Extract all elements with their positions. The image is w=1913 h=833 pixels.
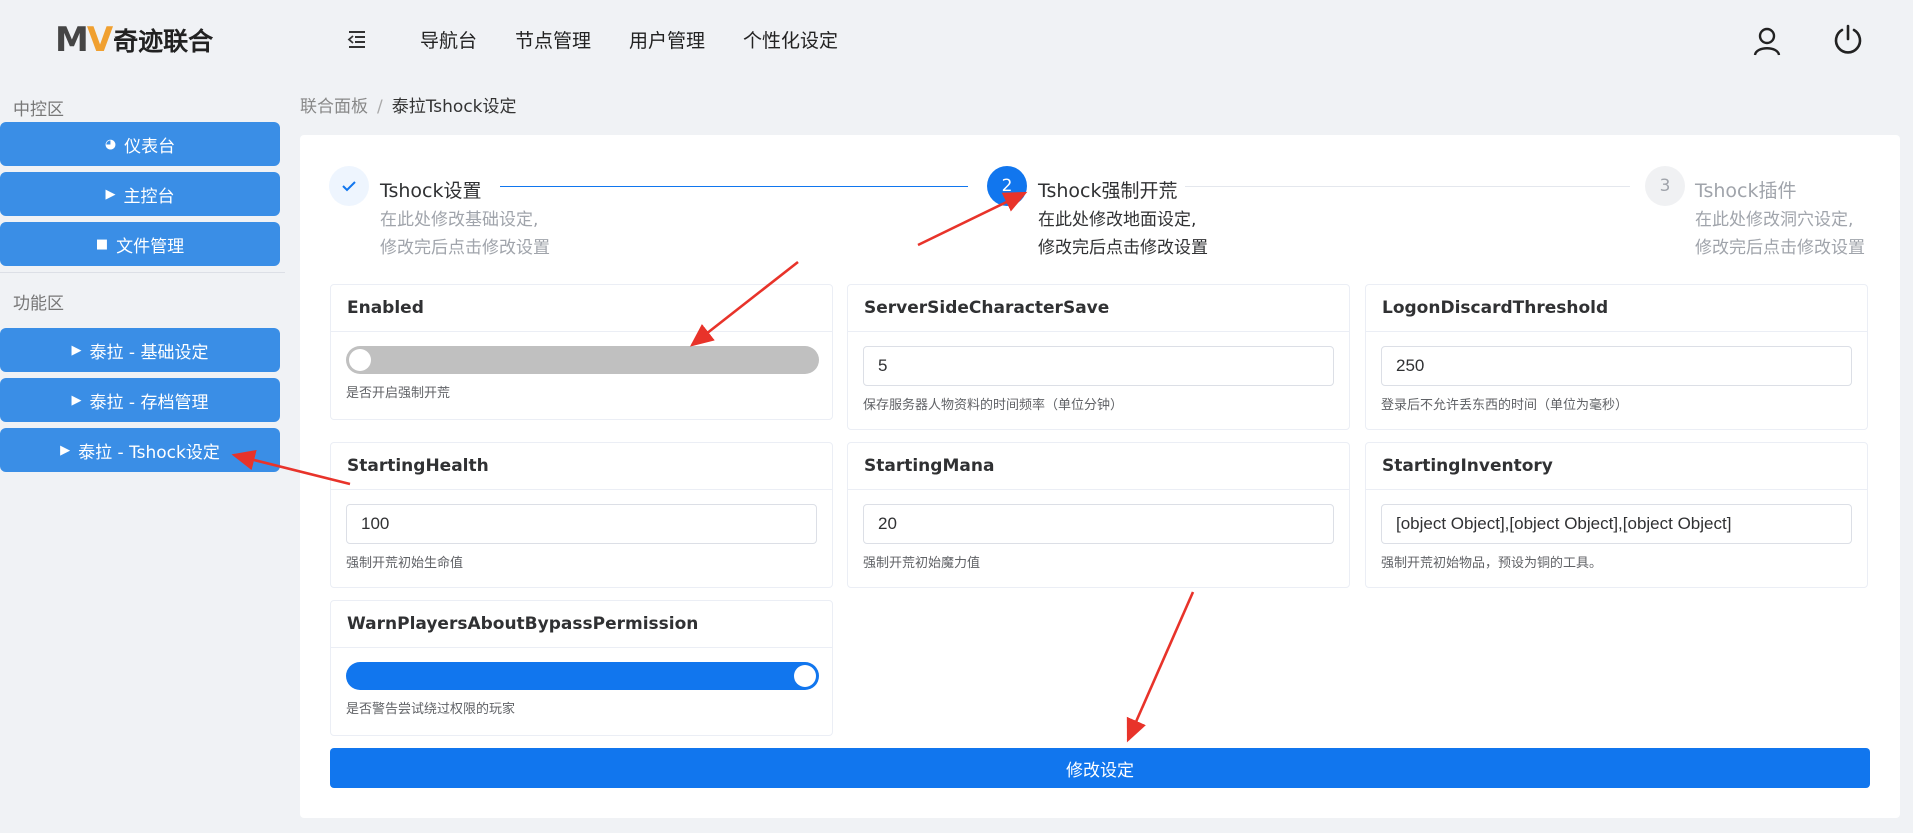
sidebar-item-terraria-tshock[interactable]: ▶ 泰拉 - Tshock设定 <box>0 428 280 472</box>
sidebar-item-label: 仪表台 <box>124 136 176 157</box>
starting-health-input[interactable] <box>346 504 817 544</box>
step-2-title: Tshock强制开荒 <box>1038 180 1178 202</box>
enabled-hint: 是否开启强制开荒 <box>346 386 451 401</box>
step-3-desc: 在此处修改洞穴设定, 修改完后点击修改设置 <box>1695 206 1865 262</box>
step-3-title: Tshock插件 <box>1695 180 1797 202</box>
card-logon-discard: LogonDiscardThreshold 登录后不允许丢东西的时间（单位为毫秒… <box>1365 284 1868 430</box>
step-1-connector <box>500 186 968 187</box>
starting-mana-input[interactable] <box>863 504 1334 544</box>
terminal-icon: ▶ <box>105 186 116 202</box>
card-warn-bypass: WarnPlayersAboutBypassPermission 是否警告尝试绕… <box>330 600 833 736</box>
logo: MV 奇迹联合 <box>55 20 213 60</box>
card-starting-inventory: StartingInventory 强制开荒初始物品，预设为铜的工具。 <box>1365 442 1868 588</box>
step-2-connector <box>1185 186 1630 187</box>
starting-mana-hint: 强制开荒初始魔力值 <box>863 556 981 571</box>
logo-text: 奇迹联合 <box>113 27 214 56</box>
card-starting-health: StartingHealth 强制开荒初始生命值 <box>330 442 833 588</box>
card-logon-discard-label: LogonDiscardThreshold <box>1366 285 1867 332</box>
step-1-desc-line2: 修改完后点击修改设置 <box>380 238 550 258</box>
step-2-desc: 在此处修改地面设定, 修改完后点击修改设置 <box>1038 206 1208 262</box>
ssc-save-input[interactable] <box>863 346 1334 386</box>
sidebar-item-console[interactable]: ▶ 主控台 <box>0 172 280 216</box>
breadcrumb-current: 泰拉Tshock设定 <box>391 97 517 117</box>
card-starting-mana-label: StartingMana <box>848 443 1349 490</box>
step-1-check-icon <box>329 166 369 206</box>
logo-mark: MV <box>55 20 113 60</box>
card-warn-bypass-label: WarnPlayersAboutBypassPermission <box>331 601 832 648</box>
card-starting-mana: StartingMana 强制开荒初始魔力值 <box>847 442 1350 588</box>
breadcrumb: 联合面板 / 泰拉Tshock设定 <box>300 92 517 117</box>
warn-bypass-hint: 是否警告尝试绕过权限的玩家 <box>346 702 516 717</box>
power-icon[interactable] <box>1832 24 1864 56</box>
sidebar-section-function: 功能区 <box>13 294 64 314</box>
folder-icon: ■ <box>95 236 109 252</box>
starting-health-hint: 强制开荒初始生命值 <box>346 556 464 571</box>
breadcrumb-home[interactable]: 联合面板 <box>300 97 368 117</box>
step-2-desc-line2: 修改完后点击修改设置 <box>1038 238 1208 258</box>
card-starting-inventory-label: StartingInventory <box>1366 443 1867 490</box>
card-enabled-label: Enabled <box>331 285 832 332</box>
card-ssc-save-label: ServerSideCharacterSave <box>848 285 1349 332</box>
warn-bypass-switch[interactable] <box>346 662 819 690</box>
nav-item-dashboard[interactable]: 导航台 <box>420 26 477 53</box>
card-enabled: Enabled 是否开启强制开荒 <box>330 284 833 420</box>
sidebar-item-label: 泰拉 - 基础设定 <box>89 342 209 363</box>
step-3-desc-line1: 在此处修改洞穴设定, <box>1695 210 1854 230</box>
step-1-desc-line1: 在此处修改基础设定, <box>380 210 539 230</box>
sidebar: 中控区 ◕ 仪表台 ▶ 主控台 ■ 文件管理 功能区 ▶ 泰拉 - 基础设定 ▶… <box>0 80 285 833</box>
step-3-number: 3 <box>1645 166 1685 206</box>
sidebar-item-files[interactable]: ■ 文件管理 <box>0 222 280 266</box>
sidebar-divider <box>0 272 285 273</box>
nav-item-personalize[interactable]: 个性化设定 <box>743 26 838 53</box>
step-2-number: 2 <box>987 166 1027 206</box>
user-icon[interactable] <box>1752 26 1782 56</box>
submit-settings-button[interactable]: 修改设定 <box>330 748 1870 788</box>
sidebar-item-terraria-saves[interactable]: ▶ 泰拉 - 存档管理 <box>0 378 280 422</box>
step-1-desc: 在此处修改基础设定, 修改完后点击修改设置 <box>380 206 550 262</box>
card-ssc-save: ServerSideCharacterSave 保存服务器人物资料的时间频率（单… <box>847 284 1350 430</box>
top-header: MV 奇迹联合 导航台 节点管理 用户管理 个性化设定 <box>0 0 1913 80</box>
sidebar-section-control: 中控区 <box>13 100 64 120</box>
pie-chart-icon: ◕ <box>104 136 117 152</box>
sidebar-item-label: 泰拉 - 存档管理 <box>89 392 209 413</box>
sidebar-item-label: 主控台 <box>123 186 175 207</box>
ssc-save-hint: 保存服务器人物资料的时间频率（单位分钟） <box>863 398 1124 413</box>
sidebar-item-terraria-basic[interactable]: ▶ 泰拉 - 基础设定 <box>0 328 280 372</box>
nav-item-users[interactable]: 用户管理 <box>629 26 705 53</box>
starting-inventory-input[interactable] <box>1381 504 1852 544</box>
logon-discard-hint: 登录后不允许丢东西的时间（单位为毫秒） <box>1381 398 1629 413</box>
switch-knob <box>349 349 371 371</box>
sidebar-item-label: 文件管理 <box>116 236 185 257</box>
terminal-icon: ▶ <box>71 392 82 408</box>
nav-item-nodes[interactable]: 节点管理 <box>515 26 591 53</box>
starting-inventory-hint: 强制开荒初始物品，预设为铜的工具。 <box>1381 556 1603 571</box>
step-1-title: Tshock设置 <box>380 180 482 202</box>
step-2-desc-line1: 在此处修改地面设定, <box>1038 210 1197 230</box>
step-3-desc-line2: 修改完后点击修改设置 <box>1695 238 1865 258</box>
card-starting-health-label: StartingHealth <box>331 443 832 490</box>
top-nav: 导航台 节点管理 用户管理 个性化设定 <box>420 26 838 53</box>
terminal-icon: ▶ <box>71 342 82 358</box>
menu-collapse-icon[interactable] <box>346 28 368 50</box>
enabled-switch[interactable] <box>346 346 819 374</box>
logon-discard-input[interactable] <box>1381 346 1852 386</box>
sidebar-item-label: 泰拉 - Tshock设定 <box>78 442 220 463</box>
switch-knob <box>794 665 816 687</box>
terminal-icon: ▶ <box>60 442 71 458</box>
sidebar-item-dashboard[interactable]: ◕ 仪表台 <box>0 122 280 166</box>
breadcrumb-separator: / <box>377 97 383 117</box>
